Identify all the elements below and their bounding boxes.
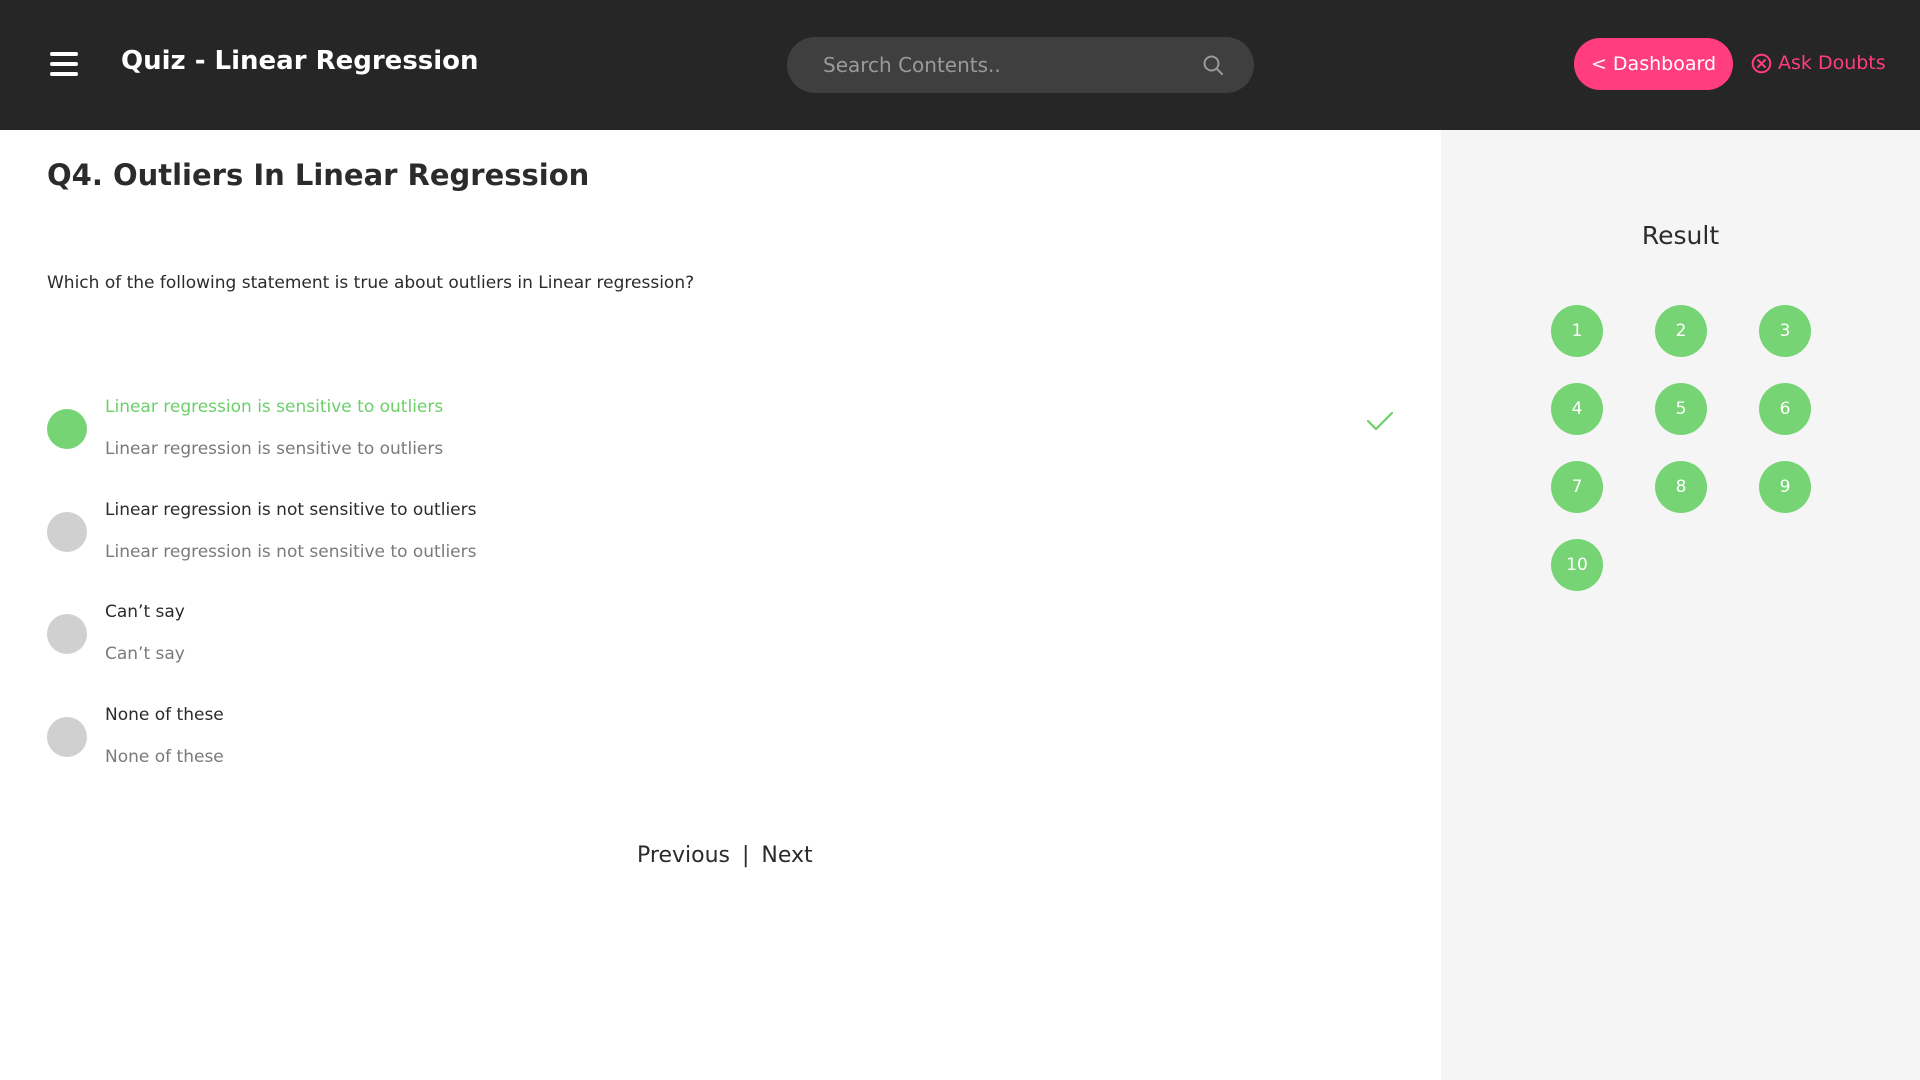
page-title: Quiz - Linear Regression <box>121 46 479 76</box>
option-description: Linear regression is not sensitive to ou… <box>105 542 477 562</box>
question-number-button[interactable]: 2 <box>1655 305 1707 357</box>
question-number-button[interactable]: 1 <box>1551 305 1603 357</box>
result-title: Result <box>1641 221 1720 250</box>
question-number-button[interactable]: 5 <box>1655 383 1707 435</box>
option-radio[interactable] <box>47 717 87 757</box>
result-sidebar: Result 1 2 3 4 5 6 7 8 9 10 <box>1441 130 1920 1080</box>
answer-option-3[interactable]: Can’t say Can’t say <box>47 602 1397 682</box>
option-label: Can’t say <box>105 602 185 622</box>
question-number-button[interactable]: 8 <box>1655 461 1707 513</box>
question-number-button[interactable]: 3 <box>1759 305 1811 357</box>
checkmark-icon <box>1366 411 1394 431</box>
question-number-button[interactable]: 9 <box>1759 461 1811 513</box>
hamburger-icon[interactable] <box>50 52 78 76</box>
previous-link[interactable]: Previous <box>637 843 730 868</box>
question-number-button[interactable]: 6 <box>1759 383 1811 435</box>
pager-separator: | <box>741 843 750 868</box>
option-label: Linear regression is not sensitive to ou… <box>105 500 477 520</box>
option-description: None of these <box>105 747 224 767</box>
search-input[interactable] <box>823 37 1183 93</box>
top-navigation-bar: Quiz - Linear Regression < Dashboard Ask… <box>0 0 1920 130</box>
ask-doubts-label: Ask Doubts <box>1778 52 1886 74</box>
dashboard-button[interactable]: < Dashboard <box>1574 38 1733 90</box>
option-radio[interactable] <box>47 614 87 654</box>
option-description: Can’t say <box>105 644 185 664</box>
option-label: Linear regression is sensitive to outlie… <box>105 397 444 417</box>
next-link[interactable]: Next <box>761 843 812 868</box>
option-radio-selected[interactable] <box>47 409 87 449</box>
search-icon[interactable] <box>1202 54 1224 76</box>
ask-doubts-link[interactable]: Ask Doubts <box>1751 50 1886 76</box>
question-title: Q4. Outliers In Linear Regression <box>47 158 590 192</box>
question-panel: Q4. Outliers In Linear Regression Which … <box>0 130 1441 1080</box>
question-number-button[interactable]: 4 <box>1551 383 1603 435</box>
question-number-button[interactable]: 10 <box>1551 539 1603 591</box>
answer-option-4[interactable]: None of these None of these <box>47 705 1397 785</box>
option-label: None of these <box>105 705 224 725</box>
option-radio[interactable] <box>47 512 87 552</box>
question-number-button[interactable]: 7 <box>1551 461 1603 513</box>
answer-option-2[interactable]: Linear regression is not sensitive to ou… <box>47 500 1397 580</box>
search-bar[interactable] <box>787 37 1254 93</box>
pagination: Previous | Next <box>637 843 813 868</box>
answer-option-1[interactable]: Linear regression is sensitive to outlie… <box>47 397 1397 477</box>
option-description: Linear regression is sensitive to outlie… <box>105 439 444 459</box>
question-text: Which of the following statement is true… <box>47 273 695 293</box>
close-circle-icon <box>1751 53 1772 73</box>
